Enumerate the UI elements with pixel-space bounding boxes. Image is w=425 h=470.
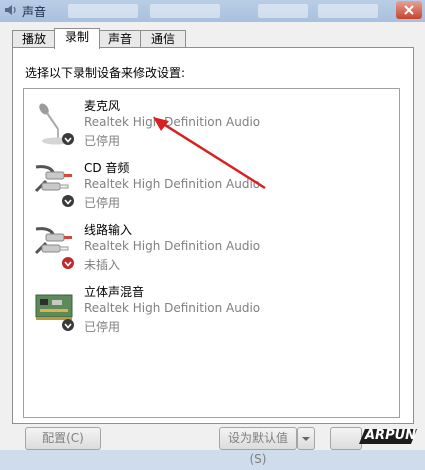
title-bar: 声音 [0, 0, 425, 22]
chevron-down-icon [302, 437, 310, 441]
device-name: 立体声混音 [84, 285, 145, 299]
recording-panel: 选择以下录制设备来修改设置: 麦克风 Realtek High Definiti… [12, 47, 414, 424]
close-icon [404, 5, 414, 15]
disabled-badge-icon [62, 133, 74, 145]
list-item[interactable]: 立体声混音 Realtek High Definition Audio 已停用 [24, 279, 399, 341]
set-default-button[interactable]: 设为默认值(S) [219, 427, 297, 466]
instruction-text: 选择以下录制设备来修改设置: [25, 66, 186, 80]
tab-playback[interactable]: 播放 [12, 30, 56, 48]
blurred-background [318, 4, 378, 18]
blurred-background [68, 4, 138, 18]
device-driver: Realtek High Definition Audio [84, 239, 261, 253]
device-status: 已停用 [84, 134, 121, 148]
tab-sounds[interactable]: 声音 [98, 30, 142, 48]
device-status: 已停用 [84, 196, 121, 210]
device-status: 未插入 [84, 258, 121, 272]
blurred-background [258, 4, 308, 18]
device-name: CD 音频 [84, 161, 130, 175]
window-title: 声音 [22, 5, 47, 19]
tab-communications[interactable]: 通信 [140, 30, 186, 48]
list-item[interactable]: 线路输入 Realtek High Definition Audio 未插入 [24, 217, 399, 279]
blurred-background [150, 4, 220, 18]
device-name: 麦克风 [84, 99, 121, 113]
annotation-arrow [153, 117, 266, 190]
watermark-text: ARPUN [365, 428, 417, 443]
watermark-logo: ARPUN [357, 426, 419, 448]
unplugged-badge-icon [62, 257, 74, 269]
device-driver: Realtek High Definition Audio [84, 301, 261, 315]
tab-recording[interactable]: 录制 [54, 28, 100, 49]
device-name: 线路输入 [84, 223, 133, 237]
device-status: 已停用 [84, 320, 121, 334]
set-default-dropdown[interactable] [297, 427, 315, 450]
microphone-icon [39, 103, 74, 145]
configure-button[interactable]: 配置(C) [25, 427, 101, 450]
speaker-icon [5, 5, 16, 15]
sound-card-icon [35, 294, 74, 331]
close-button[interactable] [396, 1, 422, 19]
rca-cable-icon [34, 165, 74, 207]
rca-cable-icon [34, 227, 74, 269]
